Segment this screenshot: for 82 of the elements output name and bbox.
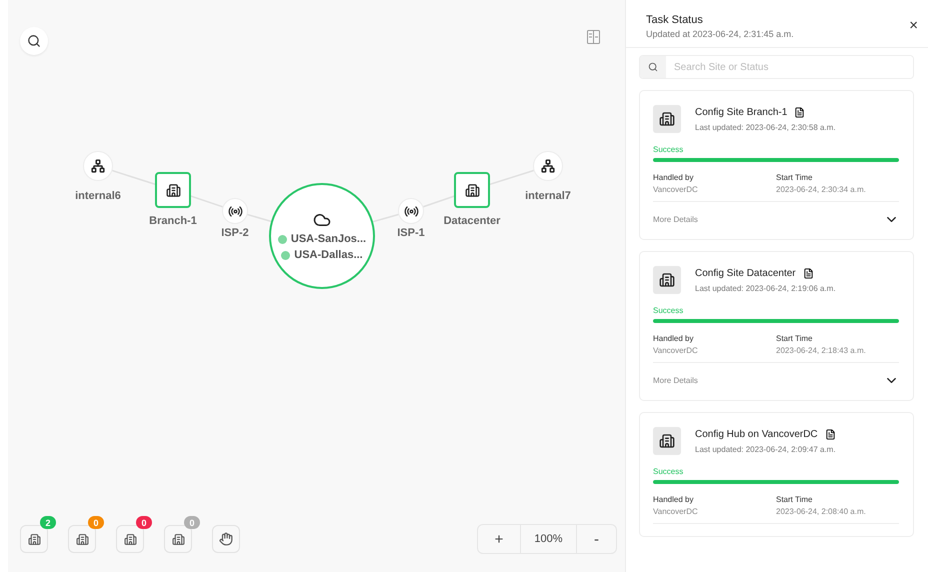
- panel-title: Task Status: [646, 14, 704, 26]
- site-node[interactable]: [155, 172, 191, 208]
- info-value: VancoverDC: [653, 507, 699, 516]
- search-icon: [27, 34, 41, 48]
- region-label: USA-SanJos...: [290, 233, 366, 245]
- node-label: Datacenter: [444, 215, 500, 227]
- more-details-toggle[interactable]: More Details: [653, 373, 899, 388]
- hub-node[interactable]: [83, 151, 113, 181]
- task-status: Success: [653, 145, 684, 154]
- building-icon: [76, 532, 88, 546]
- last-updated: Last updated: 2023-06-24, 2:30:58 a.m.: [695, 122, 836, 132]
- last-updated: Last updated: 2023-06-24, 2:09:47 a.m.: [695, 444, 836, 454]
- document-icon[interactable]: [802, 268, 814, 278]
- zoom-level[interactable]: 100%: [520, 525, 576, 553]
- cloud-node[interactable]: USA-SanJos... USA-Dallas...: [269, 183, 375, 289]
- region-label: USA-Dallas...: [294, 249, 363, 261]
- hub-icon: [541, 159, 555, 173]
- node-label: internal6: [75, 190, 121, 202]
- connector-line: [190, 195, 223, 208]
- building-icon: [653, 427, 681, 455]
- document-icon[interactable]: [794, 106, 806, 118]
- hub-icon: [91, 159, 105, 173]
- search-button[interactable]: [20, 27, 48, 55]
- task-status: Success: [653, 306, 684, 315]
- info-label: Start Time: [776, 173, 814, 182]
- antenna-icon: [404, 204, 418, 218]
- isp-node[interactable]: [398, 198, 424, 224]
- task-status: Success: [653, 467, 684, 476]
- info-label: Handled by: [653, 334, 694, 343]
- node-label: ISP-1: [397, 227, 425, 239]
- count-badge: 0: [88, 516, 104, 529]
- count-badge: 2: [40, 516, 56, 529]
- more-details-toggle[interactable]: More Details: [653, 212, 899, 227]
- node-label: ISP-2: [221, 227, 249, 239]
- panel-subtitle: Updated at 2023-06-24, 2:31:45 a.m.: [646, 29, 794, 39]
- connector-line: [423, 195, 456, 208]
- info-label: Start Time: [776, 495, 814, 504]
- building-icon: [464, 182, 480, 198]
- task-title: Config Hub on VancoverDC: [695, 428, 818, 440]
- building-icon: [166, 182, 180, 198]
- building-icon: [28, 532, 40, 546]
- info-label: Handled by: [653, 495, 694, 504]
- zoom-out-button[interactable]: -: [576, 525, 616, 553]
- info-value: 2023-06-24, 2:18:43 a.m.: [776, 346, 867, 355]
- count-badge: 0: [184, 516, 200, 529]
- node-label: Branch-1: [149, 215, 197, 227]
- building-icon: [172, 532, 184, 546]
- site-filter-button[interactable]: [164, 525, 192, 553]
- search-icon: [648, 62, 658, 72]
- site-node[interactable]: [454, 172, 490, 208]
- info-label: Start Time: [776, 334, 814, 343]
- panel-toggle-icon[interactable]: [587, 30, 600, 44]
- connector-line: [247, 214, 272, 222]
- info-value: 2023-06-24, 2:08:40 a.m.: [776, 507, 867, 516]
- cloud-icon: [313, 211, 331, 229]
- building-icon: [653, 105, 681, 133]
- task-title: Config Site Datacenter: [695, 268, 796, 278]
- document-icon[interactable]: [824, 428, 836, 440]
- site-filter-button[interactable]: [20, 525, 48, 553]
- hub-node[interactable]: [533, 151, 563, 181]
- search-field[interactable]: Search Site or Status: [639, 55, 914, 79]
- info-value: 2023-06-24, 2:30:34 a.m.: [776, 185, 867, 194]
- building-icon: [653, 266, 681, 294]
- zoom-in-button[interactable]: +: [478, 525, 520, 553]
- isp-node[interactable]: [222, 198, 248, 224]
- site-filter-button[interactable]: [116, 525, 144, 553]
- node-label: internal7: [525, 190, 571, 202]
- building-icon: [124, 532, 136, 546]
- last-updated: Last updated: 2023-06-24, 2:19:06 a.m.: [695, 284, 836, 292]
- info-value: VancoverDC: [653, 346, 699, 355]
- close-button[interactable]: ×: [907, 18, 920, 33]
- count-badge: 0: [136, 516, 152, 529]
- pan-button[interactable]: [212, 525, 240, 553]
- site-filter-button[interactable]: [68, 525, 96, 553]
- hand-icon: [219, 532, 233, 546]
- info-label: Handled by: [653, 173, 694, 182]
- connector-line: [372, 214, 399, 222]
- connector-line: [112, 170, 156, 186]
- antenna-icon: [228, 204, 242, 218]
- info-value: VancoverDC: [653, 185, 699, 194]
- task-title: Config Site Branch-1: [695, 106, 788, 118]
- connector-line: [488, 170, 534, 186]
